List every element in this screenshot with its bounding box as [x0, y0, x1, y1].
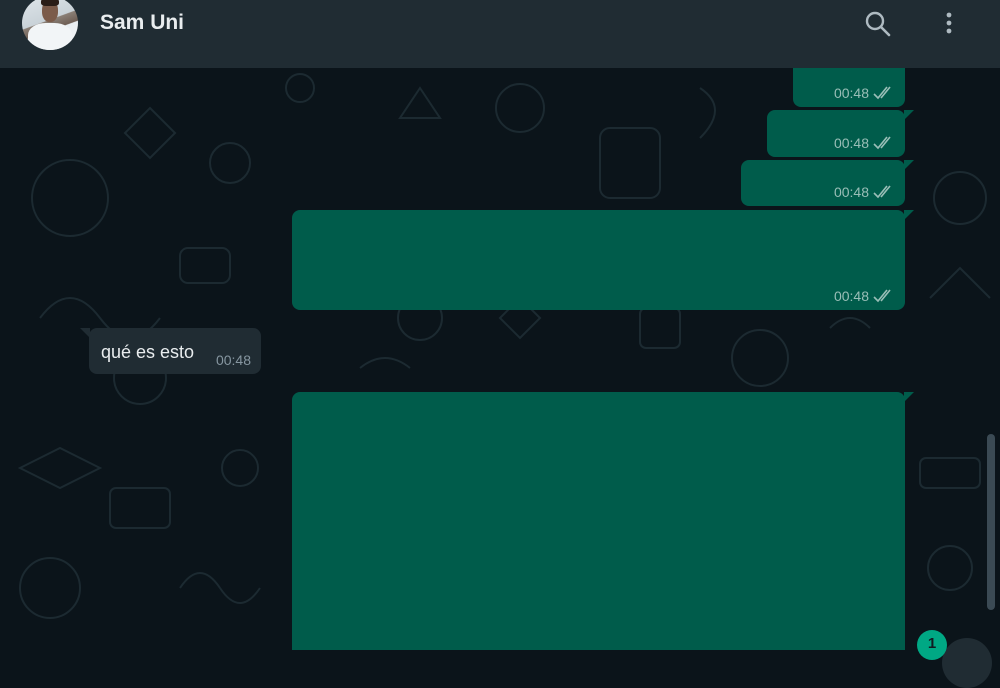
chat-scrollbar[interactable]: [987, 434, 995, 610]
message-bubble-outgoing[interactable]: 00:48: [767, 110, 914, 157]
double-check-icon: [873, 185, 891, 199]
message-meta: 00:48: [834, 184, 895, 200]
message-time: 00:48: [215, 352, 251, 368]
message-bubble-outgoing[interactable]: 00:48: [793, 68, 905, 107]
message-meta: 00:48: [216, 352, 251, 368]
menu-dots-icon[interactable]: [935, 10, 963, 38]
message-bubble-outgoing[interactable]: [292, 392, 914, 650]
message-bubble-incoming[interactable]: qué es esto 00:48: [80, 328, 261, 374]
message-meta: 00:48: [834, 135, 895, 151]
message-bubble-outgoing[interactable]: 00:48: [292, 210, 914, 310]
double-check-icon: [873, 289, 891, 303]
message-meta: 00:48: [834, 288, 895, 304]
chat-area[interactable]: 00:48 00:48 00:48 00:48 qué es esto 00:4…: [0, 68, 1000, 650]
double-check-icon: [873, 136, 891, 150]
search-icon[interactable]: [864, 10, 892, 38]
message-bubble-outgoing[interactable]: 00:48: [741, 160, 914, 206]
contact-name[interactable]: Sam Uni: [100, 11, 184, 35]
avatar-hair: [41, 0, 59, 6]
avatar-shirt: [28, 23, 72, 50]
message-text: qué es esto: [101, 342, 195, 362]
message-time: 00:48: [833, 184, 869, 200]
double-check-icon: [873, 86, 891, 100]
unread-count-badge: 1: [917, 630, 947, 660]
message-meta: 00:48: [834, 85, 895, 101]
chat-header: Sam Uni: [0, 0, 1000, 68]
message-time: 00:48: [833, 85, 869, 101]
message-time: 00:48: [833, 288, 869, 304]
message-time: 00:48: [833, 135, 869, 151]
scroll-down-button[interactable]: [942, 638, 992, 688]
contact-avatar[interactable]: [22, 0, 78, 50]
